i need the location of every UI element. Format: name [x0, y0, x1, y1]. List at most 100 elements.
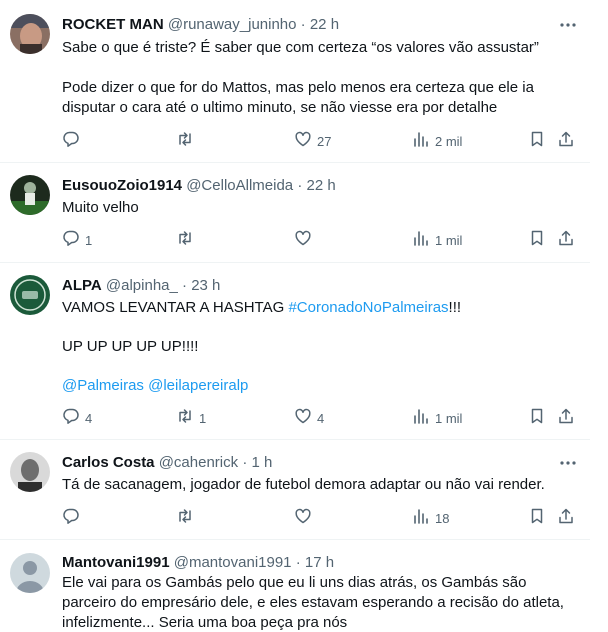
tweet-text: Muito velho: [62, 199, 139, 216]
bookmark-icon: [528, 407, 546, 430]
reply-icon: [62, 130, 80, 153]
tweet[interactable]: Carlos Costa @cahenrick · 1 h Tá de saca…: [0, 440, 590, 539]
retweet-icon: [176, 507, 194, 530]
more-icon[interactable]: [558, 453, 578, 473]
views-icon: [412, 407, 430, 430]
tweet[interactable]: ALPA @alpinha_ · 23 h VAMOS LEVANTAR A H…: [0, 263, 590, 439]
mentions: @Palmeiras @leilapereiralp: [62, 376, 582, 396]
timestamp[interactable]: 23 h: [191, 277, 220, 294]
reply-icon: [62, 507, 80, 530]
views-button[interactable]: 1 mil: [412, 230, 462, 250]
timestamp[interactable]: 22 h: [310, 16, 339, 33]
tweet[interactable]: EusouoZoio1914 @CelloAllmeida · 22 h Mui…: [0, 163, 590, 262]
separator-dot: ·: [295, 554, 301, 571]
share-icon: [557, 130, 575, 153]
like-count: 27: [317, 133, 332, 149]
more-icon[interactable]: [558, 15, 578, 35]
timestamp[interactable]: 17 h: [305, 554, 334, 571]
bookmark-icon: [528, 130, 546, 153]
timestamp[interactable]: 1 h: [251, 454, 272, 471]
avatar[interactable]: [10, 452, 50, 492]
tweet-header: Mantovani1991 @mantovani1991 · 17 h: [62, 553, 334, 573]
share-icon: [557, 507, 575, 530]
like-icon: [294, 130, 312, 153]
avatar[interactable]: [10, 553, 50, 593]
tweet-text: Tá de sacanagem, jogador de futebol demo…: [62, 476, 545, 493]
action-bar: 4 1 4 1 mil: [62, 408, 582, 428]
hashtag-link[interactable]: #CoronadoNoPalmeiras: [288, 299, 448, 316]
like-button[interactable]: [294, 230, 317, 250]
share-button[interactable]: [557, 508, 575, 528]
timestamp[interactable]: 22 h: [306, 177, 335, 194]
bookmark-button[interactable]: [528, 131, 546, 151]
views-button[interactable]: 18: [412, 508, 449, 528]
retweet-button[interactable]: [176, 230, 199, 250]
reply-button[interactable]: 1: [62, 230, 92, 250]
tweet-text: Pode dizer o que for do Mattos, mas pelo…: [62, 79, 539, 116]
bookmark-button[interactable]: [528, 230, 546, 250]
bookmark-button[interactable]: [528, 408, 546, 428]
user-handle[interactable]: @runaway_juninho: [168, 16, 297, 33]
tweet-header: Carlos Costa @cahenrick · 1 h: [62, 453, 272, 473]
share-icon: [557, 407, 575, 430]
avatar[interactable]: [10, 175, 50, 215]
bookmark-icon: [528, 507, 546, 530]
reply-icon: [62, 407, 80, 430]
share-button[interactable]: [557, 230, 575, 250]
retweet-button[interactable]: 1: [176, 408, 206, 428]
mention-link[interactable]: @leilapereiralp: [148, 377, 248, 394]
display-name[interactable]: Carlos Costa: [62, 454, 155, 471]
reply-icon: [62, 229, 80, 252]
like-icon: [294, 407, 312, 430]
like-icon: [294, 229, 312, 252]
tweet[interactable]: Mantovani1991 @mantovani1991 · 17 h Ele …: [0, 540, 590, 632]
reply-button[interactable]: 4: [62, 408, 92, 428]
views-button[interactable]: 1 mil: [412, 408, 462, 428]
like-icon: [294, 507, 312, 530]
share-button[interactable]: [557, 131, 575, 151]
display-name[interactable]: EusouoZoio1914: [62, 177, 182, 194]
bookmark-icon: [528, 229, 546, 252]
retweet-button[interactable]: [176, 508, 199, 528]
tweet-text: UP UP UP UP UP!!!!: [62, 338, 199, 355]
user-handle[interactable]: @CelloAllmeida: [186, 177, 293, 194]
user-handle[interactable]: @cahenrick: [159, 454, 238, 471]
share-icon: [557, 229, 575, 252]
reply-button[interactable]: [62, 131, 85, 151]
action-bar: 1 1 mil: [62, 230, 582, 250]
separator-dot: ·: [242, 454, 248, 471]
reply-count: 4: [85, 410, 93, 426]
action-bar: 18: [62, 508, 582, 528]
views-icon: [412, 507, 430, 530]
tweet-text-start: VAMOS LEVANTAR A HASHTAG: [62, 299, 289, 316]
display-name[interactable]: Mantovani1991: [62, 554, 170, 571]
tweet-text: Sabe o que é triste? É saber que com cer…: [62, 39, 539, 56]
bookmark-button[interactable]: [528, 508, 546, 528]
separator-dot: ·: [182, 277, 188, 294]
tweet[interactable]: ROCKET MAN @runaway_juninho · 22 h Sabe …: [0, 0, 590, 162]
views-count: 18: [435, 510, 450, 526]
display-name[interactable]: ALPA: [62, 277, 102, 294]
views-icon: [412, 130, 430, 153]
avatar[interactable]: [10, 14, 50, 54]
mention-link[interactable]: @Palmeiras: [62, 377, 144, 394]
reply-count: 1: [85, 232, 93, 248]
tweet-text-end: !!!: [448, 299, 462, 316]
like-button[interactable]: 27: [294, 131, 331, 151]
avatar[interactable]: [10, 275, 50, 315]
share-button[interactable]: [557, 408, 575, 428]
views-button[interactable]: 2 mil: [412, 131, 462, 151]
display-name[interactable]: ROCKET MAN: [62, 16, 164, 33]
tweet-header: ROCKET MAN @runaway_juninho · 22 h: [62, 15, 339, 35]
tweet-header: EusouoZoio1914 @CelloAllmeida · 22 h: [62, 176, 336, 196]
retweet-icon: [176, 229, 194, 252]
user-handle[interactable]: @mantovani1991: [174, 554, 292, 571]
user-handle[interactable]: @alpinha_: [106, 277, 178, 294]
like-button[interactable]: 4: [294, 408, 324, 428]
like-button[interactable]: [294, 508, 317, 528]
tweet-text: VAMOS LEVANTAR A HASHTAG #CoronadoNoPalm…: [62, 298, 582, 318]
separator-dot: ·: [297, 177, 303, 194]
retweet-button[interactable]: [176, 131, 199, 151]
reply-button[interactable]: [62, 508, 85, 528]
retweet-icon: [176, 130, 194, 153]
